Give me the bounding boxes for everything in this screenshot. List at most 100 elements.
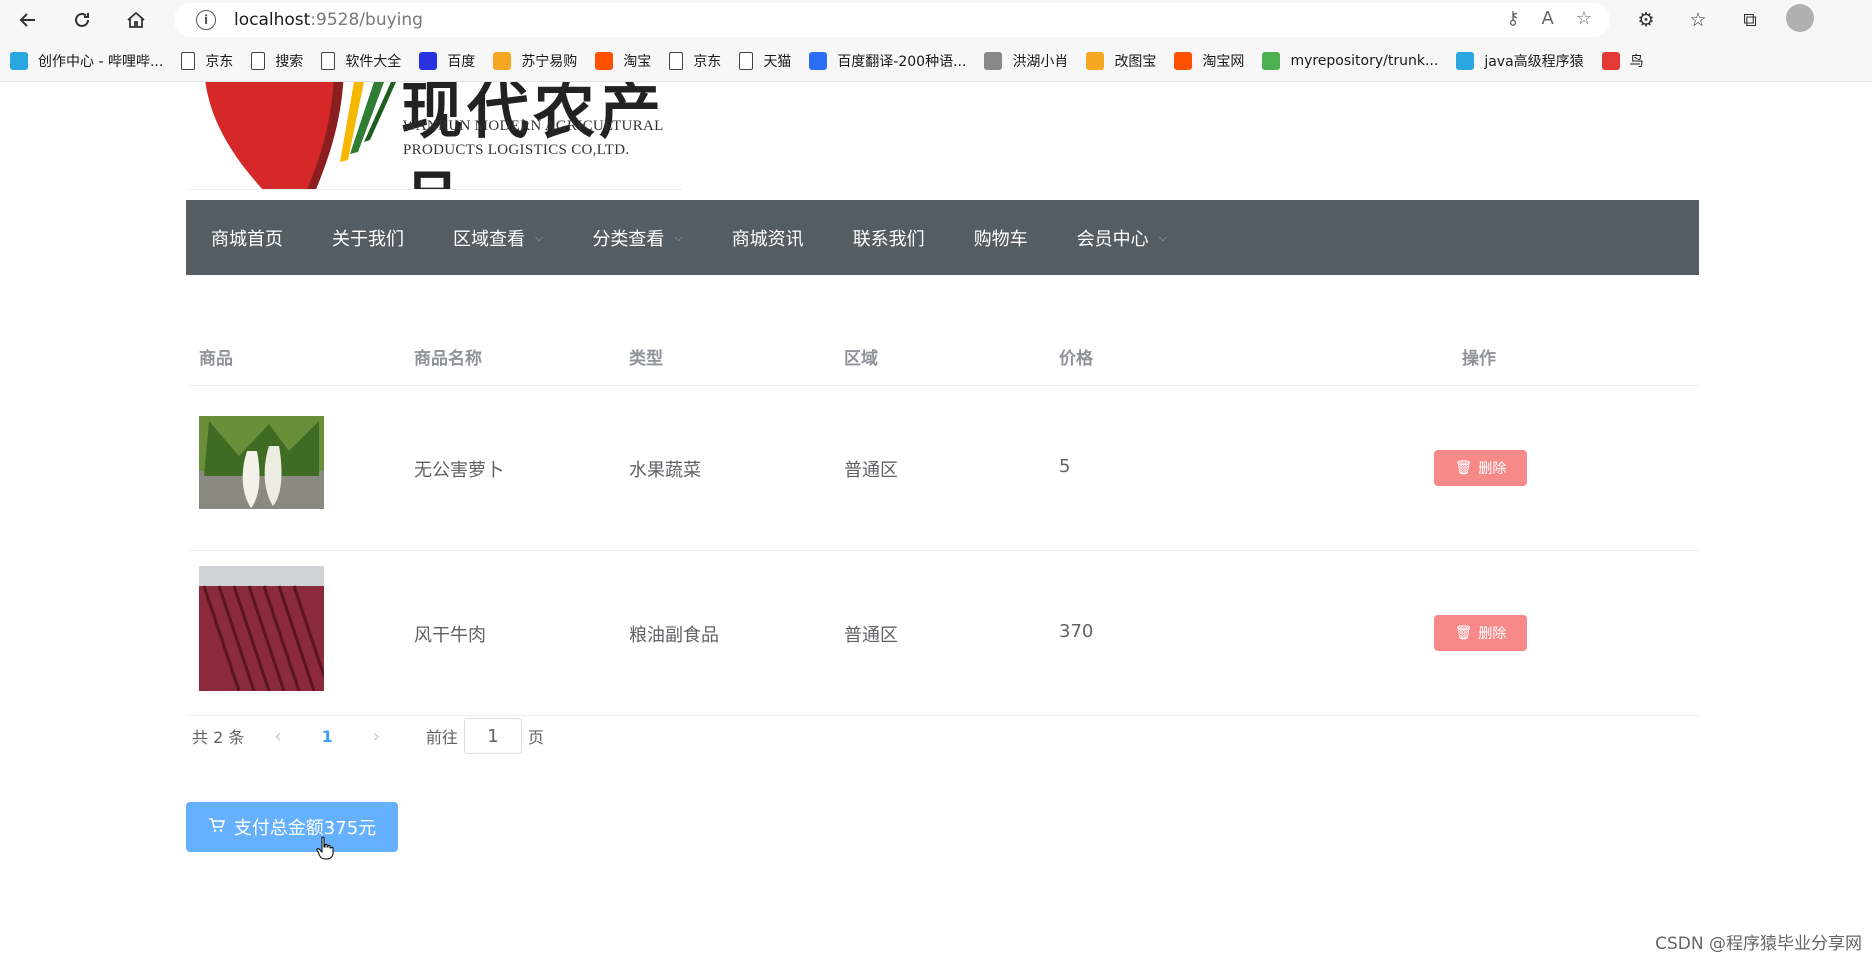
bookmark-item[interactable]: java高级程序猿 (1456, 51, 1584, 71)
page-unit-label: 页 (527, 728, 544, 747)
bookmark-label: myrepository/trunk... (1290, 52, 1439, 69)
bookmark-item[interactable]: 创作中心 - 哔哩哔... (10, 51, 163, 71)
bookmark-label: 洪湖小肖 (1012, 53, 1069, 70)
back-icon[interactable] (12, 4, 44, 36)
nav-item[interactable]: 购物车 (974, 225, 1028, 251)
bookmark-item[interactable]: 搜索 (251, 51, 303, 71)
product-type: 水果蔬菜 (629, 460, 701, 481)
prev-page-button[interactable]: ‹ (274, 726, 281, 747)
bird-red-icon (1601, 51, 1620, 70)
site-logo[interactable]: 现代农产品 WANRUN MODERN AGRICULTURAL PRODUCT… (186, 82, 686, 190)
bookmark-item[interactable]: 洪湖小肖 (984, 51, 1068, 71)
baidu-translate-icon (809, 51, 828, 70)
page-icon (181, 51, 196, 70)
page-jump-input[interactable]: 1 (463, 718, 522, 754)
bookmark-item[interactable]: 百度 (419, 51, 475, 71)
product-type: 粮油副食品 (629, 625, 719, 646)
address-bar[interactable]: i localhost:9528/buying ⚷ A ☆ (174, 3, 1610, 37)
bookmark-item[interactable]: 京东 (669, 51, 721, 71)
site-info-icon[interactable]: i (196, 10, 216, 30)
taobao-icon (1174, 51, 1193, 70)
bookmark-label: 创作中心 - 哔哩哔... (38, 53, 164, 70)
col-name: 商品名称 (414, 349, 482, 369)
nav-item-label: 购物车 (973, 228, 1028, 250)
bookmark-item[interactable]: 淘宝网 (1174, 51, 1244, 71)
bird-icon (984, 51, 1003, 70)
bookmark-item[interactable]: 天猫 (739, 51, 791, 71)
watermark: CSDN @程序猿毕业分享网 (1655, 934, 1862, 954)
bookmark-label: 京东 (205, 53, 234, 70)
bookmark-label: 改图宝 (1114, 53, 1157, 70)
product-name: 风干牛肉 (414, 625, 486, 646)
product-price: 5 (1059, 456, 1071, 477)
delete-button[interactable]: 🗑 删除 (1434, 615, 1527, 651)
collections-icon[interactable]: ⧉ (1734, 4, 1766, 36)
bookmark-label: 京东 (693, 53, 722, 70)
bookmark-item[interactable]: myrepository/trunk... (1262, 51, 1439, 70)
taobao-icon (595, 51, 614, 70)
logo-en-line2: PRODUCTS LOGISTICS CO,LTD. (403, 142, 630, 158)
nav-item[interactable]: 分类查看 ⌵ (592, 225, 682, 251)
bookmark-item[interactable]: 改图宝 (1086, 51, 1156, 71)
bookmark-label: 鸟 (1629, 53, 1644, 70)
next-page-button[interactable]: › (373, 726, 380, 747)
cart-icon (208, 817, 226, 838)
col-price: 价格 (1059, 349, 1093, 369)
bookmark-item[interactable]: 鸟 (1601, 51, 1644, 71)
nav-item[interactable]: 商城资讯 (732, 225, 804, 251)
favorite-add-icon[interactable]: ☆ (1576, 8, 1592, 29)
bookmark-item[interactable]: 百度翻译-200种语... (809, 51, 966, 71)
page-icon (669, 51, 684, 70)
nav-item-label: 商城首页 (211, 228, 283, 250)
bookmarks-bar: 创作中心 - 哔哩哔... 京东 搜索 软件大全 百度 苏宁易购 淘宝 京东 天猫 百度翻译-20… (0, 40, 1872, 82)
bookmark-label: 天猫 (763, 53, 792, 70)
favorites-icon[interactable]: ☆ (1682, 4, 1714, 36)
home-icon[interactable] (120, 4, 152, 36)
key-icon[interactable]: ⚷ (1506, 8, 1519, 29)
bookmark-item[interactable]: 淘宝 (595, 51, 651, 71)
bookmark-item[interactable]: 京东 (181, 51, 233, 71)
logo-en-line1: WANRUN MODERN AGRICULTURAL (403, 118, 664, 134)
bilibili-icon (1456, 51, 1475, 70)
bookmark-label: 搜索 (275, 53, 304, 70)
delete-button[interactable]: 🗑 删除 (1434, 450, 1527, 486)
trash-icon: 🗑 (1454, 625, 1473, 641)
chrome-icon (1262, 51, 1281, 70)
page-1[interactable]: 1 (322, 727, 333, 746)
bookmark-label: java高级程序猿 (1484, 53, 1584, 70)
stripes-logo-icon (340, 82, 396, 162)
nav-item[interactable]: 区域查看 ⌵ (453, 225, 543, 251)
nav-item[interactable]: 联系我们 (853, 225, 925, 251)
nav-item-label: 联系我们 (852, 228, 925, 250)
pagination: 共 2 条 ‹ 1 › 前往 1 页 (192, 718, 544, 754)
bilibili-icon (10, 51, 28, 70)
col-product: 商品 (199, 349, 233, 369)
pay-button[interactable]: 支付总金额375元 (186, 802, 398, 852)
nav-item[interactable]: 会员中心 ⌵ (1077, 225, 1167, 251)
chevron-down-icon: ⌵ (674, 230, 683, 244)
product-region: 普通区 (844, 625, 898, 646)
nav-item[interactable]: 商城首页 (211, 225, 283, 251)
product-image (199, 566, 324, 691)
nav-item-label: 区域查看 (453, 228, 525, 250)
nav-item-label: 分类查看 (592, 228, 665, 250)
bookmark-item[interactable]: 苏宁易购 (493, 51, 577, 71)
logo-cn-text: 现代农产品 (401, 82, 666, 190)
nav-item-label: 关于我们 (332, 228, 404, 250)
reload-icon[interactable] (66, 4, 98, 36)
bookmark-item[interactable]: 软件大全 (321, 51, 401, 71)
bookmark-label: 百度 (447, 53, 476, 70)
total-count: 共 2 条 (192, 728, 245, 747)
table-row: 风干牛肉 粮油副食品 普通区 370 🗑 删除 (186, 551, 1699, 716)
url-text[interactable]: localhost:9528/buying (234, 10, 423, 30)
chevron-down-icon: ⌵ (1158, 230, 1168, 244)
col-type: 类型 (629, 349, 663, 369)
product-price: 370 (1059, 621, 1094, 642)
nav-item[interactable]: 关于我们 (332, 225, 404, 251)
profile-avatar[interactable] (1786, 4, 1814, 32)
bookmark-label: 苏宁易购 (521, 53, 578, 70)
read-aloud-icon[interactable]: A (1542, 8, 1554, 29)
suning-icon (493, 51, 512, 70)
extensions-icon[interactable]: ⚙ (1630, 4, 1662, 36)
nav-item-label: 会员中心 (1076, 228, 1149, 250)
